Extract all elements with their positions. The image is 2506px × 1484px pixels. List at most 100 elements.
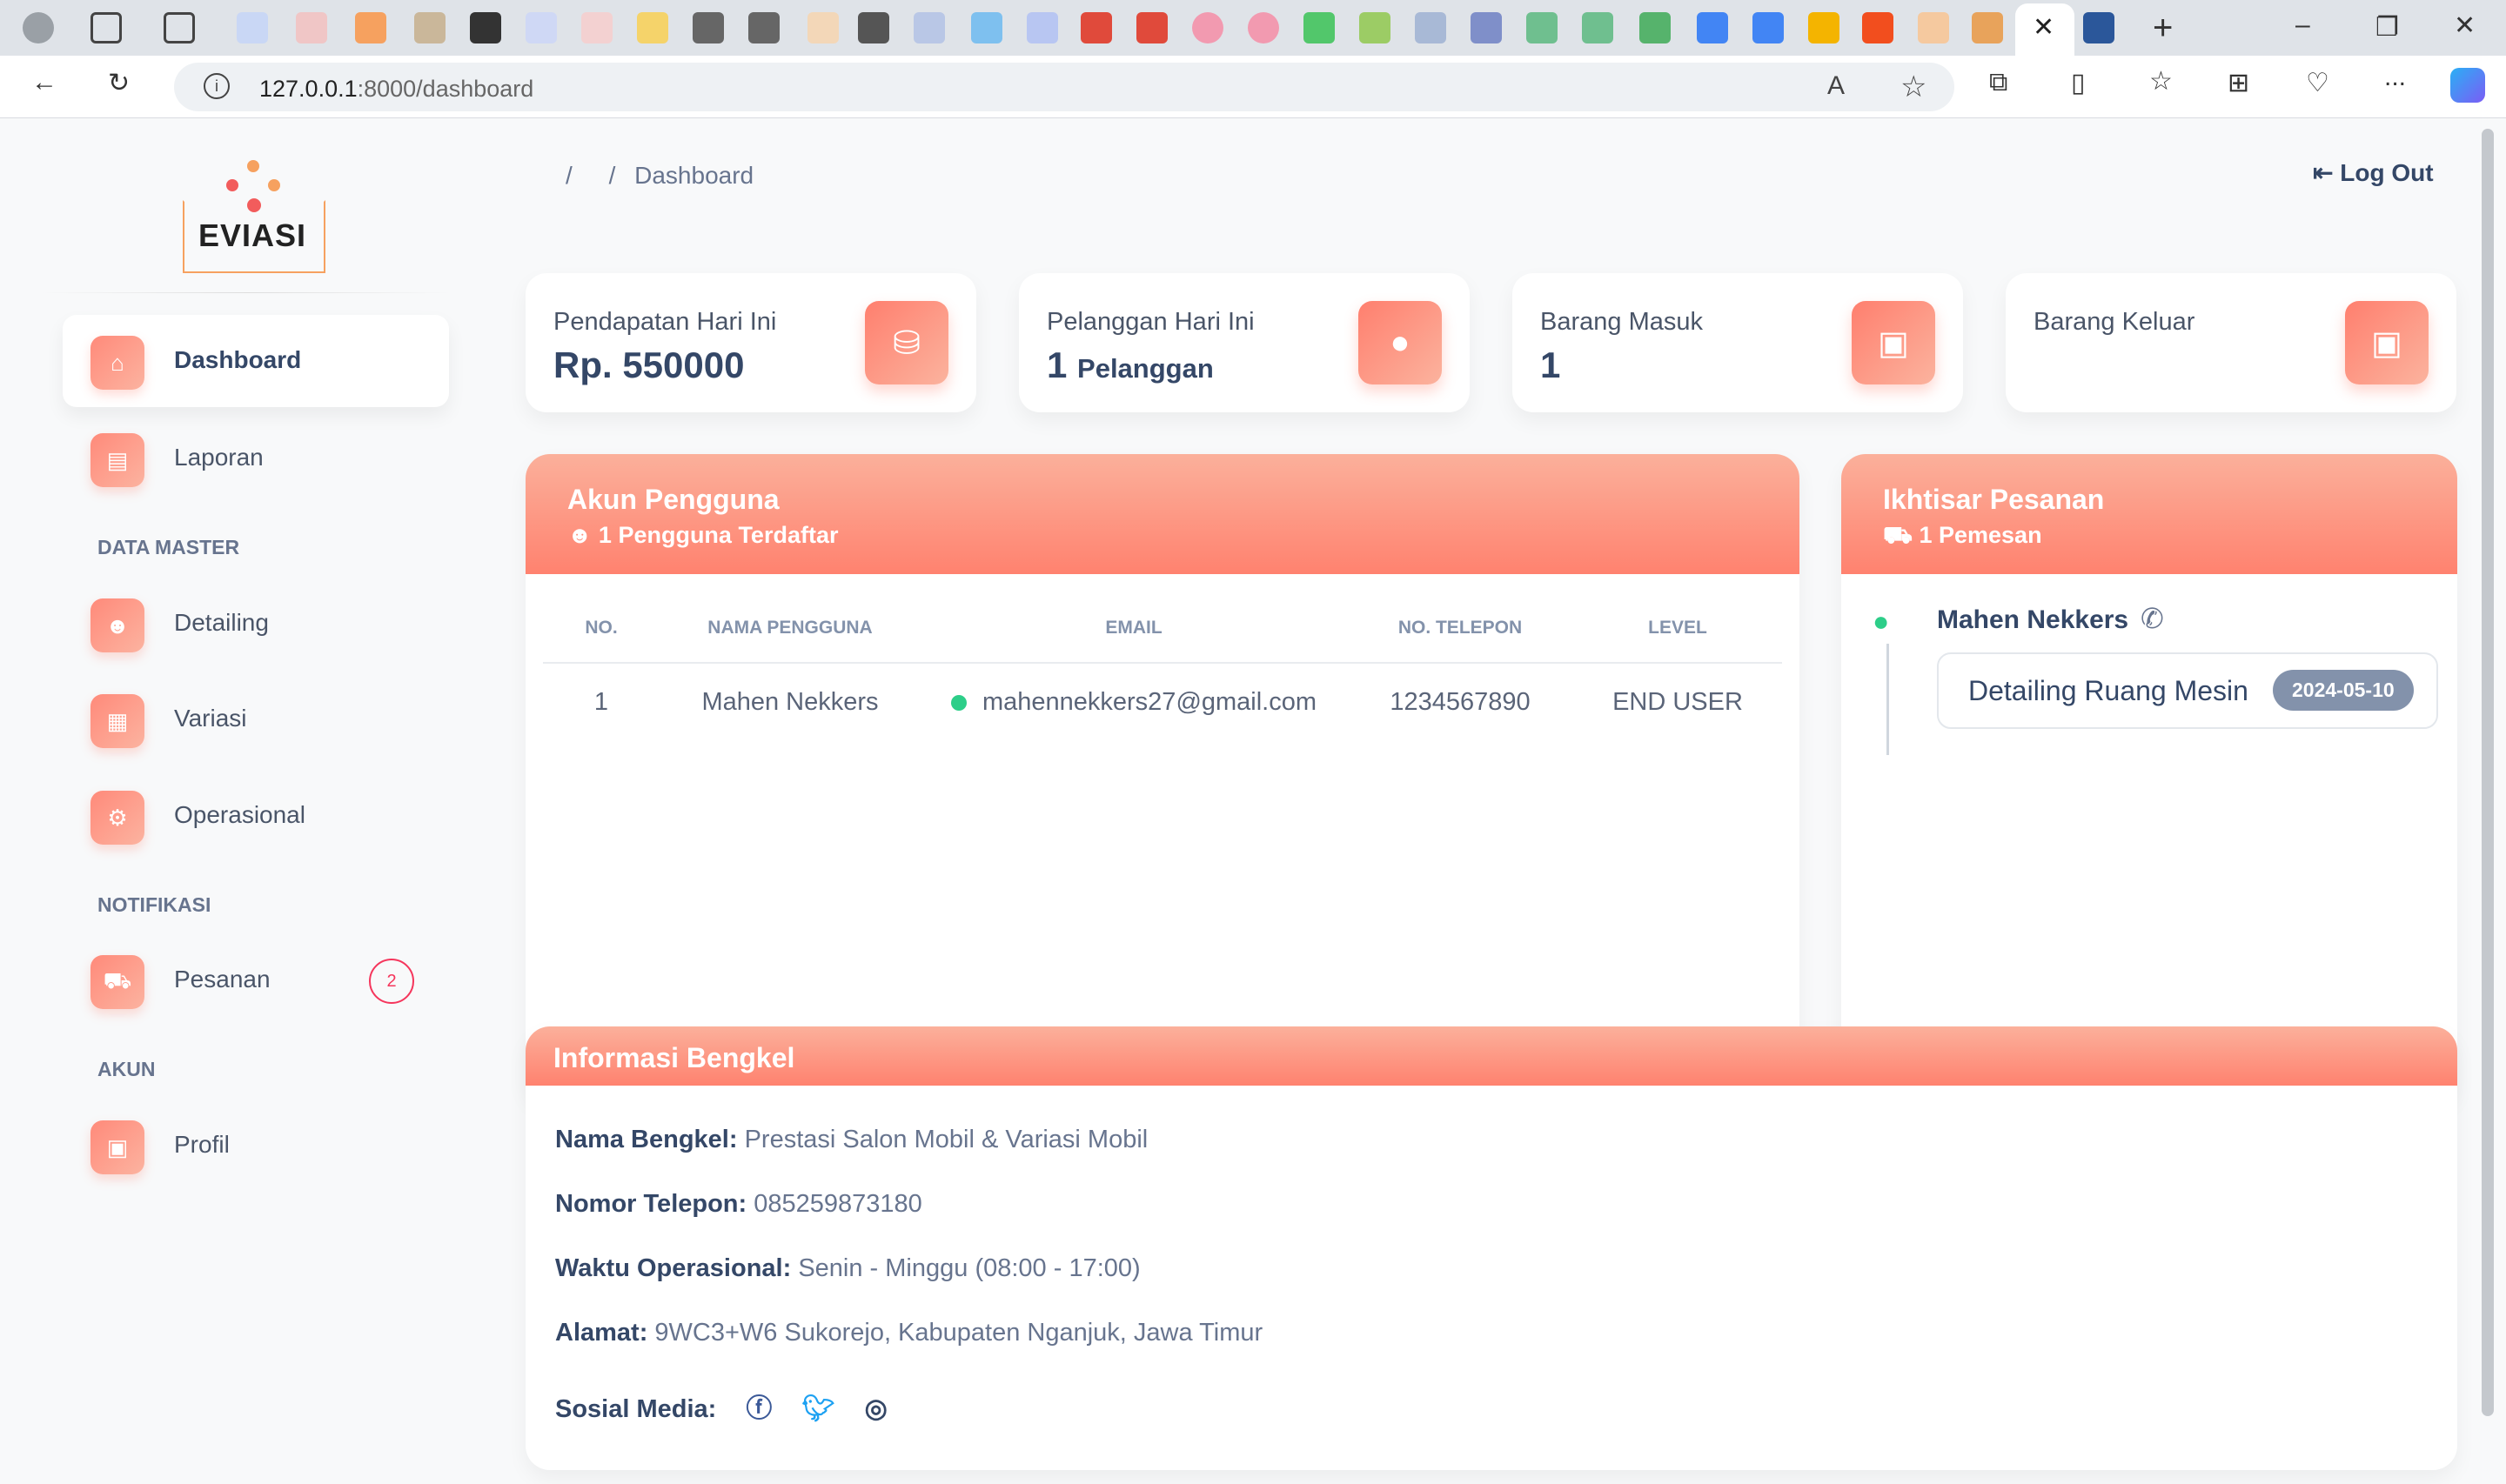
order-date-badge: 2024-05-10	[2273, 670, 2414, 711]
more-icon[interactable]: ...	[2384, 63, 2406, 92]
breadcrumb-separator: /	[566, 162, 573, 189]
browser-tab-favicon[interactable]	[1972, 12, 2003, 43]
users-table: NO. NAMA PENGGUNA EMAIL NO. TELEPON LEVE…	[543, 593, 1782, 741]
browser-tab-favicon[interactable]	[237, 12, 268, 43]
sidebar-item-label: Profil	[174, 1131, 230, 1158]
logout-icon: ⇤	[2313, 159, 2334, 186]
profile-icon[interactable]	[23, 12, 54, 43]
sidebar: EVIASI ⌂ Dashboard ▤ Laporan DATA MASTER…	[7, 125, 456, 1470]
timeline-line	[1886, 644, 1889, 755]
close-tab-icon[interactable]: ✕	[2033, 12, 2054, 43]
browser-tab-favicon[interactable]	[1027, 12, 1058, 43]
sidebar-item-operasional[interactable]: ⚙ Operasional	[63, 770, 449, 862]
read-aloud-icon[interactable]: A	[1827, 71, 1845, 101]
dashboard-page: EVIASI ⌂ Dashboard ▤ Laporan DATA MASTER…	[0, 118, 2506, 1484]
url-path: :8000/dashboard	[357, 76, 534, 102]
logo[interactable]: EVIASI	[174, 160, 334, 273]
performance-icon[interactable]: ♡	[2306, 68, 2329, 98]
facebook-icon[interactable]: ⓕ	[746, 1387, 772, 1425]
info-icon[interactable]: i	[204, 73, 230, 99]
table-row: 1 Mahen Nekkers mahennekkers27@gmail.com…	[543, 663, 1782, 741]
panel-title: Akun Pengguna	[567, 484, 780, 515]
active-tab[interactable]: ✕	[2015, 3, 2074, 56]
sidebar-item-dashboard[interactable]: ⌂ Dashboard	[63, 315, 449, 407]
extensions-icon[interactable]: ⧉	[1989, 68, 2007, 97]
info-label: Alamat:	[555, 1319, 648, 1347]
logo-mark-icon	[268, 179, 280, 191]
browser-tab-favicon[interactable]	[1081, 12, 1112, 43]
stat-card-barang-masuk: Barang Masuk 1 ▣	[1512, 273, 1963, 412]
tab-actions-icon[interactable]	[164, 12, 195, 43]
browser-tab-favicon[interactable]	[2083, 12, 2114, 43]
browser-tab-favicon[interactable]	[1808, 12, 1839, 43]
browser-tab-favicon[interactable]	[1639, 12, 1671, 43]
split-screen-icon[interactable]: ▯	[2071, 68, 2086, 98]
arrow-left-icon[interactable]: ←	[31, 68, 57, 97]
browser-tab-favicon[interactable]	[355, 12, 386, 43]
browser-tab-favicon[interactable]	[1918, 12, 1949, 43]
browser-tab-favicon[interactable]	[1582, 12, 1613, 43]
whatsapp-icon[interactable]: ✆	[2141, 602, 2164, 635]
sidebar-item-laporan[interactable]: ▤ Laporan	[63, 412, 449, 505]
close-window-icon[interactable]: ✕	[2454, 10, 2476, 41]
minimize-icon[interactable]: –	[2295, 10, 2310, 40]
collections-icon[interactable]	[90, 12, 122, 43]
url-input[interactable]: i 127.0.0.1:8000/dashboard A ☆	[174, 63, 1954, 111]
browser-tab-favicon[interactable]	[1303, 12, 1335, 43]
browser-tab-favicon[interactable]	[1697, 12, 1728, 43]
browser-tab-favicon[interactable]	[1136, 12, 1168, 43]
copilot-icon[interactable]	[2450, 68, 2485, 103]
sidebar-item-variasi[interactable]: ▦ Variasi	[63, 673, 449, 765]
section-heading-akun: AKUN	[97, 1058, 156, 1080]
logout-button[interactable]: ⇤ Log Out	[2313, 158, 2434, 187]
sidebar-item-label: Dashboard	[174, 346, 302, 373]
pesanan-count-badge: 2	[369, 959, 414, 1004]
browser-tab-favicon[interactable]	[414, 12, 446, 43]
page-scrollbar[interactable]	[2482, 129, 2494, 1416]
browser-tab-favicon[interactable]	[914, 12, 945, 43]
browser-tab-favicon[interactable]	[581, 12, 613, 43]
user-icon: ●	[1358, 301, 1442, 384]
sidebar-divider	[42, 292, 451, 293]
browser-tab-favicon[interactable]	[637, 12, 668, 43]
browser-tab-favicon[interactable]	[296, 12, 327, 43]
collections-toolbar-icon[interactable]: ⊞	[2228, 68, 2249, 98]
browser-tab-favicon[interactable]	[470, 12, 501, 43]
sidebar-item-profil[interactable]: ▣ Profil	[63, 1100, 449, 1192]
panel-header: Informasi Bengkel	[526, 1026, 2457, 1086]
new-tab-icon[interactable]: +	[2153, 9, 2173, 48]
panel-subtitle-text: 1 Pemesan	[1919, 522, 2042, 548]
browser-tab-favicon[interactable]	[1752, 12, 1784, 43]
favorites-icon[interactable]: ☆	[2149, 66, 2173, 97]
favorite-star-icon[interactable]: ☆	[1900, 70, 1926, 104]
browser-tab-favicon[interactable]	[748, 12, 780, 43]
browser-tab-favicon[interactable]	[526, 12, 557, 43]
browser-tab-favicon[interactable]	[1526, 12, 1558, 43]
stat-label: Pelanggan Hari Ini	[1047, 308, 1255, 336]
sidebar-item-pesanan[interactable]: ⛟ Pesanan 2	[63, 934, 449, 1026]
info-label: Nama Bengkel:	[555, 1126, 738, 1153]
id-card-icon: ▣	[90, 1120, 144, 1174]
browser-tab-favicon[interactable]	[807, 12, 839, 43]
restore-icon[interactable]: ❐	[2375, 12, 2399, 43]
info-value: Prestasi Salon Mobil & Variasi Mobil	[744, 1126, 1149, 1153]
panel-subtitle: ☻ 1 Pengguna Terdaftar	[567, 522, 838, 549]
browser-tab-favicon[interactable]	[1862, 12, 1893, 43]
browser-tab-favicon[interactable]	[1471, 12, 1502, 43]
stat-unit: Pelanggan	[1077, 353, 1214, 384]
browser-tab-favicon[interactable]	[971, 12, 1002, 43]
order-item[interactable]: Detailing Ruang Mesin 2024-05-10	[1937, 652, 2438, 729]
browser-tab-favicon[interactable]	[858, 12, 889, 43]
instagram-icon[interactable]: ◎	[865, 1394, 888, 1424]
browser-tab-favicon[interactable]	[693, 12, 724, 43]
browser-tab-favicon[interactable]	[1359, 12, 1390, 43]
info-nomor-telepon: Nomor Telepon: 085259873180	[555, 1190, 922, 1219]
browser-tab-favicon[interactable]	[1192, 12, 1223, 43]
browser-tab-favicon[interactable]	[1415, 12, 1446, 43]
twitter-icon[interactable]: 🐦︎	[801, 1394, 834, 1424]
customer-name: Mahen Nekkers	[1937, 605, 2129, 634]
stat-value: 1	[1540, 344, 1561, 385]
reload-icon[interactable]: ↻	[108, 68, 130, 98]
browser-tab-favicon[interactable]	[1248, 12, 1279, 43]
sidebar-item-detailing[interactable]: ☻ Detailing	[63, 578, 449, 670]
